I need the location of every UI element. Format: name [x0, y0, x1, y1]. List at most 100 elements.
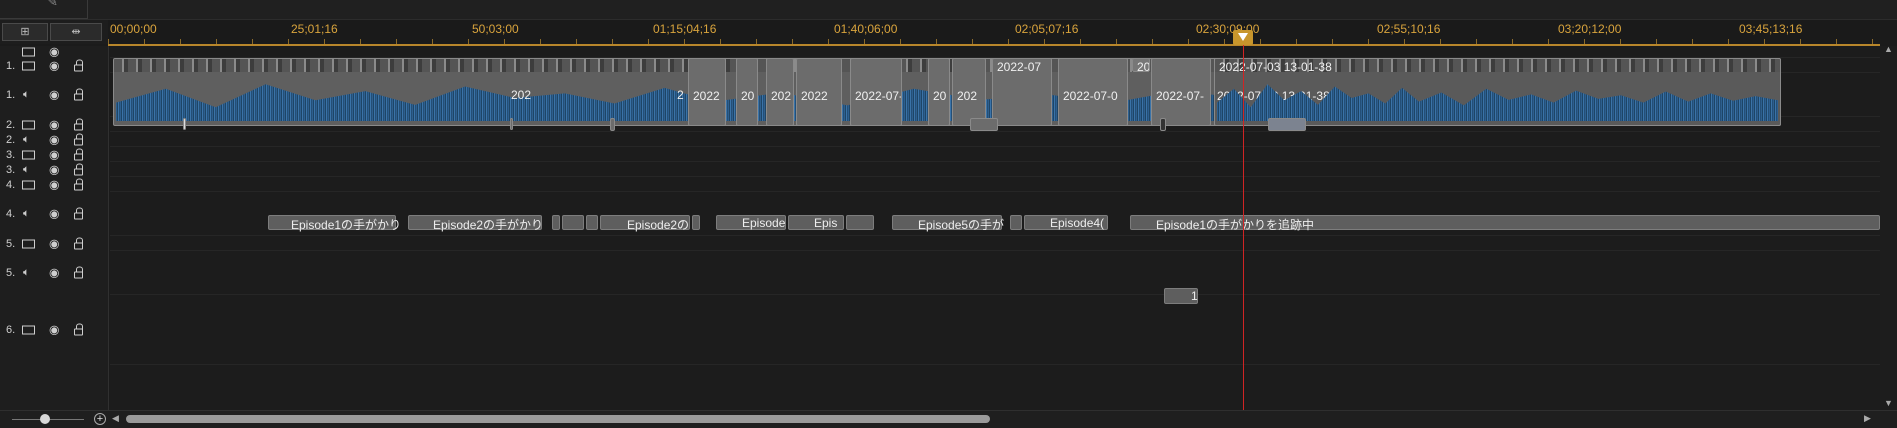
- title-clip[interactable]: [552, 215, 560, 230]
- horizontal-scrollbar-thumb[interactable]: [126, 415, 990, 423]
- film-icon: [22, 325, 35, 335]
- vertical-scrollbar[interactable]: ▲ ▼: [1880, 44, 1897, 410]
- small-clip[interactable]: [1160, 118, 1166, 131]
- track5-clip[interactable]: 1: [1164, 288, 1198, 304]
- zoom-in-icon[interactable]: +: [94, 413, 106, 425]
- clip-label: 20: [741, 89, 755, 103]
- ruler-tick: [432, 39, 433, 44]
- video-clip[interactable]: 202: [507, 58, 555, 126]
- clip-label: 1: [1191, 289, 1198, 303]
- timecode-ruler[interactable]: 00;00;00 25;01;16 50;03;00 01;15;04;16 0…: [108, 20, 1880, 46]
- scroll-left-icon[interactable]: ◀: [112, 413, 119, 424]
- video-clip[interactable]: 2022-07-: [850, 58, 902, 126]
- lock-icon[interactable]: [74, 118, 83, 130]
- eye-icon[interactable]: ◉: [49, 267, 59, 279]
- video-clip[interactable]: 20: [928, 58, 950, 126]
- track-header-audio-3: 3. 🔈︎ ◉: [0, 162, 108, 177]
- track-header-video-4: 4. ◉: [0, 177, 108, 192]
- lock-icon[interactable]: [74, 207, 83, 220]
- title-clip[interactable]: Episode1の手がかり: [268, 215, 401, 232]
- video-clip[interactable]: 202: [766, 58, 794, 126]
- clip-label: Episode1の手がかりを追跡中: [1156, 218, 1315, 232]
- title-clip[interactable]: [692, 215, 700, 230]
- image-clip[interactable]: [1268, 118, 1306, 131]
- lane-video-6: [110, 295, 1880, 365]
- ruler-tick: [792, 39, 793, 44]
- lock-icon[interactable]: [74, 59, 83, 71]
- small-clip[interactable]: [610, 118, 615, 131]
- lock-icon[interactable]: [74, 163, 83, 175]
- ruler-tick: [1404, 39, 1405, 44]
- zoom-slider-knob[interactable]: [40, 414, 50, 424]
- eye-icon[interactable]: ◉: [49, 163, 59, 175]
- ruler-tick: [1836, 39, 1837, 44]
- scroll-down-icon[interactable]: ▼: [1884, 398, 1893, 408]
- lane-audio-2: [110, 132, 1880, 147]
- title-clip[interactable]: Episode: [716, 215, 786, 230]
- scroll-up-icon[interactable]: ▲: [1884, 44, 1893, 54]
- clip-label: Episode1の手がかり: [291, 218, 402, 232]
- lock-icon[interactable]: [74, 323, 83, 336]
- title-clip[interactable]: Episode2の手がかり: [408, 215, 543, 232]
- track-number: 6.: [6, 324, 16, 336]
- film-icon: [22, 239, 35, 248]
- ruler-label: 00;00;00: [110, 22, 157, 36]
- video-clip[interactable]: 2022: [688, 58, 726, 126]
- playhead-handle[interactable]: [1233, 30, 1253, 45]
- eye-icon[interactable]: ◉: [49, 148, 59, 160]
- title-clip[interactable]: [1010, 215, 1022, 230]
- ruler-tick: [1728, 39, 1729, 44]
- title-clip[interactable]: Episode4(: [1024, 215, 1108, 230]
- title-clip[interactable]: [562, 215, 584, 230]
- eye-icon[interactable]: ◉: [49, 237, 59, 249]
- video-clip[interactable]: 202: [952, 58, 986, 126]
- title-clip[interactable]: Episode2の: [600, 215, 690, 232]
- video-clip-main[interactable]: 2022-07-03 13-01-38 2022-07-03 13-01-38: [1214, 58, 1781, 126]
- lock-icon[interactable]: [74, 88, 83, 101]
- playhead-line: [1243, 38, 1244, 410]
- video-clip[interactable]: 2022-07-0: [1058, 58, 1128, 126]
- ruler-label: 03;20;12;00: [1558, 22, 1622, 36]
- lock-icon[interactable]: [74, 237, 83, 249]
- ruler-tick: [1224, 39, 1225, 44]
- eye-icon[interactable]: ◉: [49, 133, 59, 145]
- eye-icon[interactable]: ◉: [49, 208, 59, 220]
- track-manager-button[interactable]: ⊞: [2, 23, 48, 41]
- pen-icon[interactable]: ✎: [47, 0, 58, 10]
- ruler-tick: [1368, 39, 1369, 44]
- track-number: 2.: [6, 118, 16, 131]
- title-clip[interactable]: [586, 215, 598, 230]
- ruler-tick: [360, 39, 361, 44]
- lock-icon[interactable]: [74, 133, 83, 145]
- clip-label: Epis: [814, 216, 838, 230]
- small-clip[interactable]: [183, 118, 186, 130]
- video-clip[interactable]: 2022-07: [992, 58, 1052, 126]
- small-clip[interactable]: [510, 118, 513, 130]
- eye-icon[interactable]: ◉: [49, 324, 59, 336]
- video-clip[interactable]: 2022-07-: [1151, 58, 1211, 126]
- timeline-area[interactable]: 2022 20 202 2022-07- 2022-07-0 2022-07- …: [110, 46, 1880, 410]
- fit-timeline-button[interactable]: ⇹: [50, 23, 102, 41]
- eye-icon[interactable]: ◉: [49, 118, 59, 130]
- video-clip[interactable]: 20: [736, 58, 758, 126]
- video-clip[interactable]: 2: [673, 58, 687, 126]
- lock-icon[interactable]: [74, 266, 83, 279]
- lane-video-3: [110, 147, 1880, 162]
- eye-icon[interactable]: ◉: [49, 46, 59, 58]
- lock-icon[interactable]: [74, 178, 83, 190]
- title-clip[interactable]: [846, 215, 874, 230]
- timeline-header-tools: ⊞ ⇹: [0, 20, 108, 44]
- eye-icon[interactable]: ◉: [49, 178, 59, 190]
- title-clip[interactable]: Episode5の手が: [892, 215, 1004, 232]
- scroll-right-icon[interactable]: ▶: [1864, 413, 1871, 424]
- eye-icon[interactable]: ◉: [49, 89, 59, 101]
- lock-icon[interactable]: [74, 148, 83, 160]
- small-clip[interactable]: [970, 118, 998, 131]
- video-clip[interactable]: 2022-07-0: [1132, 58, 1150, 72]
- video-clip[interactable]: 2022: [796, 58, 842, 126]
- track-number: 2.: [6, 133, 16, 146]
- track-number: 1.: [6, 59, 16, 72]
- track-header-video-5: 5. ◉: [0, 236, 108, 251]
- title-clip[interactable]: Epis: [788, 215, 844, 230]
- eye-icon[interactable]: ◉: [49, 59, 59, 71]
